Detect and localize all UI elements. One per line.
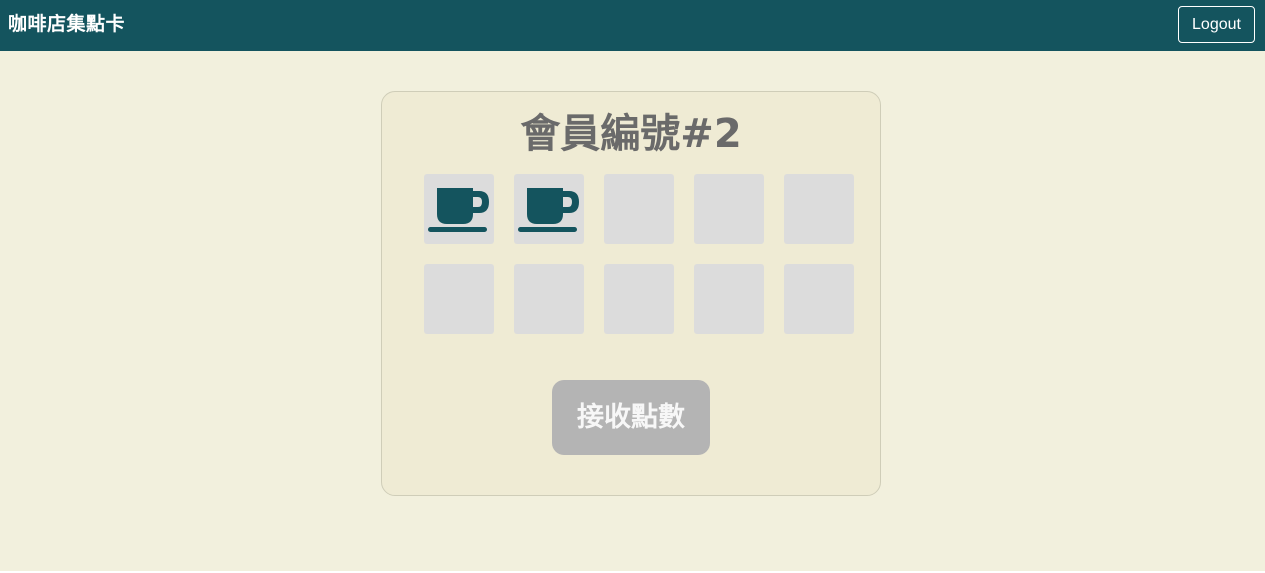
coffee-cup-icon bbox=[518, 188, 579, 232]
navbar: 咖啡店集點卡 Logout bbox=[0, 0, 1265, 51]
stamp-slot bbox=[514, 264, 584, 334]
stamp-slot bbox=[784, 264, 854, 334]
stamp-slot-filled bbox=[514, 174, 584, 244]
logout-button[interactable]: Logout bbox=[1178, 6, 1255, 43]
coffee-cup-icon bbox=[428, 188, 489, 232]
member-number-title: 會員編號#2 bbox=[520, 111, 742, 157]
stamp-slot bbox=[604, 264, 674, 334]
stamp-slot bbox=[604, 174, 674, 244]
stamp-slot bbox=[424, 264, 494, 334]
stamp-slot bbox=[694, 264, 764, 334]
stamp-slot bbox=[784, 174, 854, 244]
claim-points-button[interactable]: 接收點數 bbox=[552, 380, 710, 455]
app-title[interactable]: 咖啡店集點卡 bbox=[8, 11, 125, 37]
stamp-slot-filled bbox=[424, 174, 494, 244]
stamp-slot bbox=[694, 174, 764, 244]
stamp-card: 會員編號#2 接收點數 bbox=[381, 91, 881, 496]
